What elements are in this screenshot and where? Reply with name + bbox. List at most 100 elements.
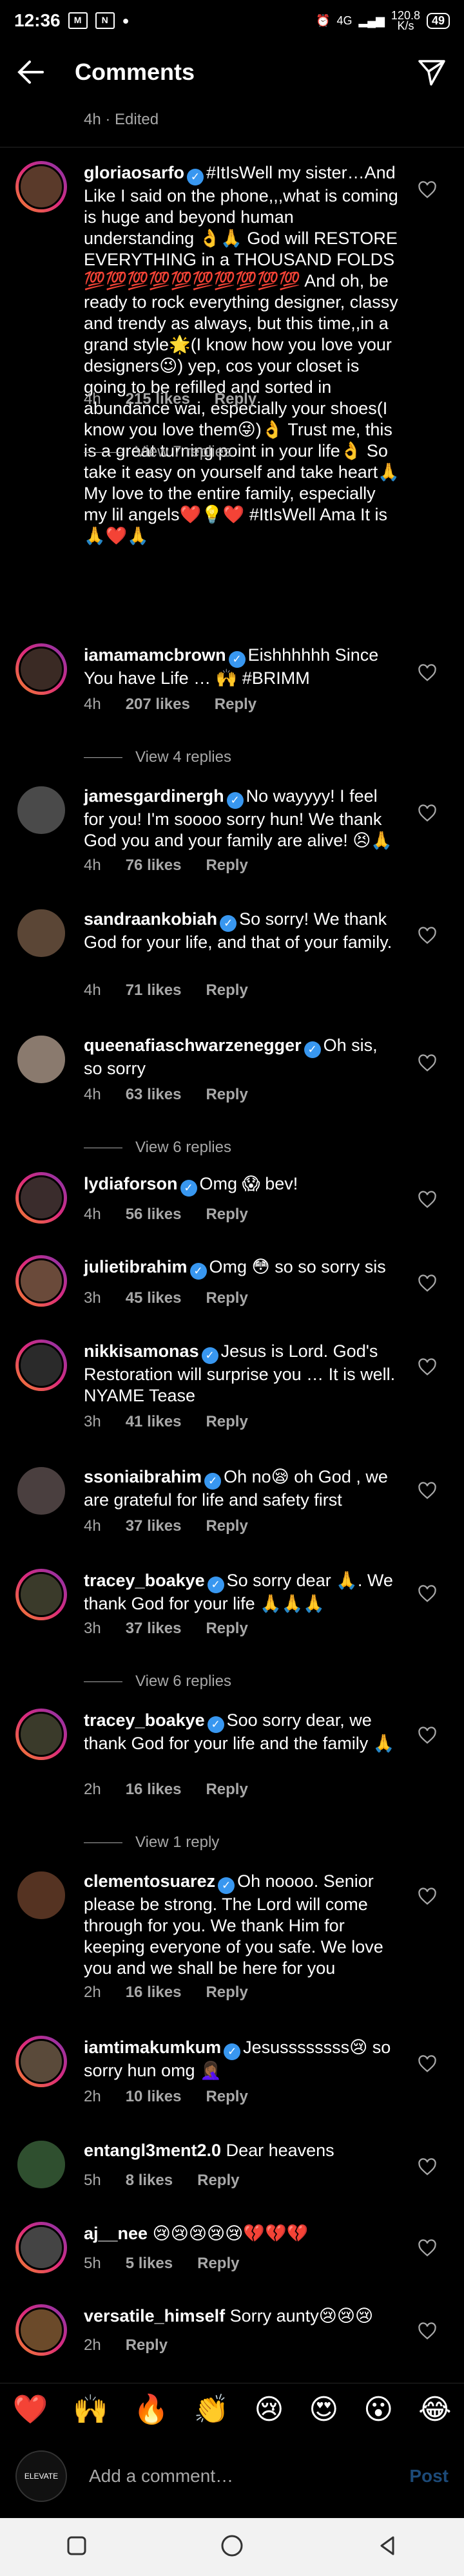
comment-username[interactable]: tracey_boakye bbox=[84, 1571, 205, 1590]
avatar[interactable] bbox=[15, 1172, 67, 1224]
like-heart-icon[interactable] bbox=[418, 804, 437, 823]
reply-button[interactable]: Reply bbox=[206, 981, 247, 999]
quick-emoji-button[interactable]: 🙌 bbox=[73, 2392, 108, 2426]
likes-count[interactable]: 45 likes bbox=[126, 1289, 182, 1307]
comment-username[interactable]: jamesgardinergh bbox=[84, 786, 224, 806]
comment-username[interactable]: gloriaosarfo bbox=[84, 163, 184, 182]
quick-emoji-button[interactable]: 👏 bbox=[194, 2392, 229, 2426]
likes-count[interactable]: 76 likes bbox=[126, 857, 182, 875]
comment-username[interactable]: lydiaforson bbox=[84, 1174, 178, 1193]
likes-count[interactable]: 5 likes bbox=[126, 2255, 173, 2273]
likes-count[interactable]: 10 likes bbox=[126, 2088, 182, 2106]
likes-count[interactable]: 56 likes bbox=[126, 1206, 182, 1224]
comment-username[interactable]: nikkisamonas bbox=[84, 1341, 199, 1361]
comment-username[interactable]: iamamamcbrown bbox=[84, 645, 226, 665]
recents-button[interactable] bbox=[66, 2535, 88, 2560]
comment-username[interactable]: iamtimakumkum bbox=[84, 2038, 221, 2057]
reply-button[interactable]: Reply bbox=[206, 2088, 247, 2106]
comment-username[interactable]: aj__nee bbox=[84, 2224, 148, 2243]
comment-username[interactable]: tracey_boakye bbox=[84, 1710, 205, 1730]
comment-username[interactable]: ssoniaibrahim bbox=[84, 1467, 202, 1486]
reply-button[interactable]: Reply bbox=[206, 1781, 247, 1799]
comment-username[interactable]: entangl3ment2.0 bbox=[84, 2141, 221, 2160]
likes-count[interactable]: 37 likes bbox=[126, 1620, 182, 1638]
likes-count[interactable]: 41 likes bbox=[126, 1413, 182, 1431]
reply-button[interactable]: Reply bbox=[206, 857, 247, 875]
like-heart-icon[interactable] bbox=[418, 2239, 437, 2258]
avatar[interactable] bbox=[15, 1870, 67, 1921]
back-button[interactable] bbox=[15, 55, 49, 89]
post-button[interactable]: Post bbox=[409, 2466, 449, 2486]
reply-button[interactable]: Reply bbox=[215, 696, 256, 714]
likes-count[interactable]: 16 likes bbox=[126, 1984, 182, 2002]
likes-count[interactable]: 207 likes bbox=[126, 696, 190, 714]
view-replies-link[interactable]: View 6 replies bbox=[84, 1139, 231, 1157]
reply-button[interactable]: Reply bbox=[206, 1086, 247, 1104]
quick-emoji-button[interactable]: 😍 bbox=[309, 2393, 338, 2426]
like-heart-icon[interactable] bbox=[418, 1274, 437, 1293]
avatar-image bbox=[15, 1870, 67, 1921]
comment-username[interactable]: sandraankobiah bbox=[84, 909, 217, 929]
view-replies-link[interactable]: View 6 replies bbox=[84, 1672, 231, 1690]
avatar[interactable] bbox=[15, 1340, 67, 1391]
like-heart-icon[interactable] bbox=[418, 2157, 437, 2177]
quick-emoji-button[interactable]: ❤️ bbox=[12, 2392, 48, 2426]
likes-count[interactable]: 37 likes bbox=[126, 1517, 182, 1535]
like-heart-icon[interactable] bbox=[418, 1054, 437, 1073]
view-replies-link[interactable]: View 4 replies bbox=[84, 748, 231, 766]
comment-username[interactable]: julietibrahim bbox=[84, 1257, 188, 1276]
avatar[interactable] bbox=[15, 1465, 67, 1517]
comment-username[interactable]: versatile_himself bbox=[84, 2306, 225, 2325]
quick-emoji-button[interactable]: 😢 bbox=[255, 2393, 284, 2426]
reply-button[interactable]: Reply bbox=[206, 1984, 247, 2002]
like-heart-icon[interactable] bbox=[418, 180, 437, 200]
avatar[interactable] bbox=[15, 1569, 67, 1620]
quick-emoji-button[interactable]: 🔥 bbox=[133, 2392, 169, 2426]
like-heart-icon[interactable] bbox=[418, 2322, 437, 2341]
quick-emoji-button[interactable]: 😂 bbox=[418, 2393, 451, 2426]
avatar[interactable] bbox=[15, 161, 67, 213]
comment-username[interactable]: queenafiaschwarzenegger bbox=[84, 1036, 302, 1055]
like-heart-icon[interactable] bbox=[418, 1726, 437, 1745]
reply-button[interactable]: Reply bbox=[126, 2336, 168, 2354]
like-heart-icon[interactable] bbox=[418, 2054, 437, 2074]
like-heart-icon[interactable] bbox=[418, 1584, 437, 1604]
like-heart-icon[interactable] bbox=[418, 1481, 437, 1501]
comment-username[interactable]: clementosuarez bbox=[84, 1871, 215, 1891]
avatar[interactable] bbox=[15, 2304, 67, 2356]
avatar[interactable] bbox=[15, 1709, 67, 1760]
share-button[interactable] bbox=[415, 55, 449, 89]
avatar[interactable] bbox=[15, 643, 67, 695]
reply-button[interactable]: Reply bbox=[206, 1413, 247, 1431]
reply-button[interactable]: Reply bbox=[206, 1289, 247, 1307]
likes-count[interactable]: 215 likes bbox=[126, 390, 190, 408]
reply-button[interactable]: Reply bbox=[206, 1517, 247, 1535]
avatar[interactable] bbox=[15, 784, 67, 836]
reply-button[interactable]: Reply bbox=[206, 1206, 247, 1224]
quick-emoji-button[interactable]: 😮 bbox=[363, 2393, 393, 2426]
avatar[interactable] bbox=[15, 2036, 67, 2087]
home-button[interactable] bbox=[219, 2533, 245, 2562]
reply-button[interactable]: Reply bbox=[206, 1620, 247, 1638]
likes-count[interactable]: 71 likes bbox=[126, 981, 182, 999]
like-heart-icon[interactable] bbox=[418, 926, 437, 945]
reply-button[interactable]: Reply bbox=[197, 2255, 239, 2273]
like-heart-icon[interactable] bbox=[418, 1190, 437, 1209]
comment-input[interactable]: Add a comment… bbox=[89, 2466, 409, 2486]
reply-button[interactable]: Reply bbox=[197, 2172, 239, 2190]
avatar[interactable] bbox=[15, 1255, 67, 1307]
likes-count[interactable]: 8 likes bbox=[126, 2172, 173, 2190]
reply-button[interactable]: Reply bbox=[215, 390, 256, 408]
likes-count[interactable]: 63 likes bbox=[126, 1086, 182, 1104]
avatar[interactable] bbox=[15, 2139, 67, 2190]
like-heart-icon[interactable] bbox=[418, 1358, 437, 1377]
likes-count[interactable]: 16 likes bbox=[126, 1781, 182, 1799]
view-replies-link[interactable]: View 1 reply bbox=[84, 1833, 219, 1852]
like-heart-icon[interactable] bbox=[418, 663, 437, 683]
avatar[interactable] bbox=[15, 1034, 67, 1085]
avatar[interactable] bbox=[15, 2222, 67, 2273]
system-back-button[interactable] bbox=[376, 2535, 398, 2560]
view-replies-link[interactable]: View 7 replies bbox=[84, 443, 231, 461]
like-heart-icon[interactable] bbox=[418, 1887, 437, 1906]
avatar[interactable] bbox=[15, 907, 67, 959]
